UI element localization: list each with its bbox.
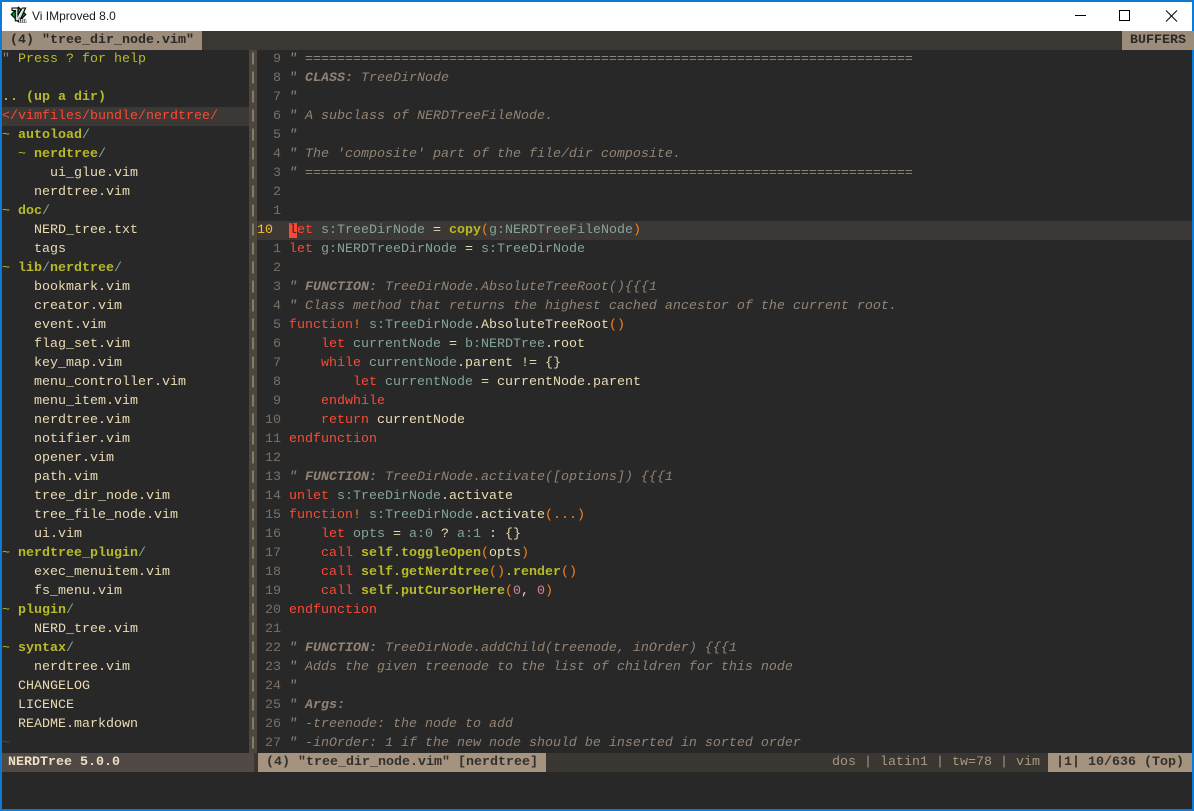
svg-text:im: im: [19, 16, 27, 23]
